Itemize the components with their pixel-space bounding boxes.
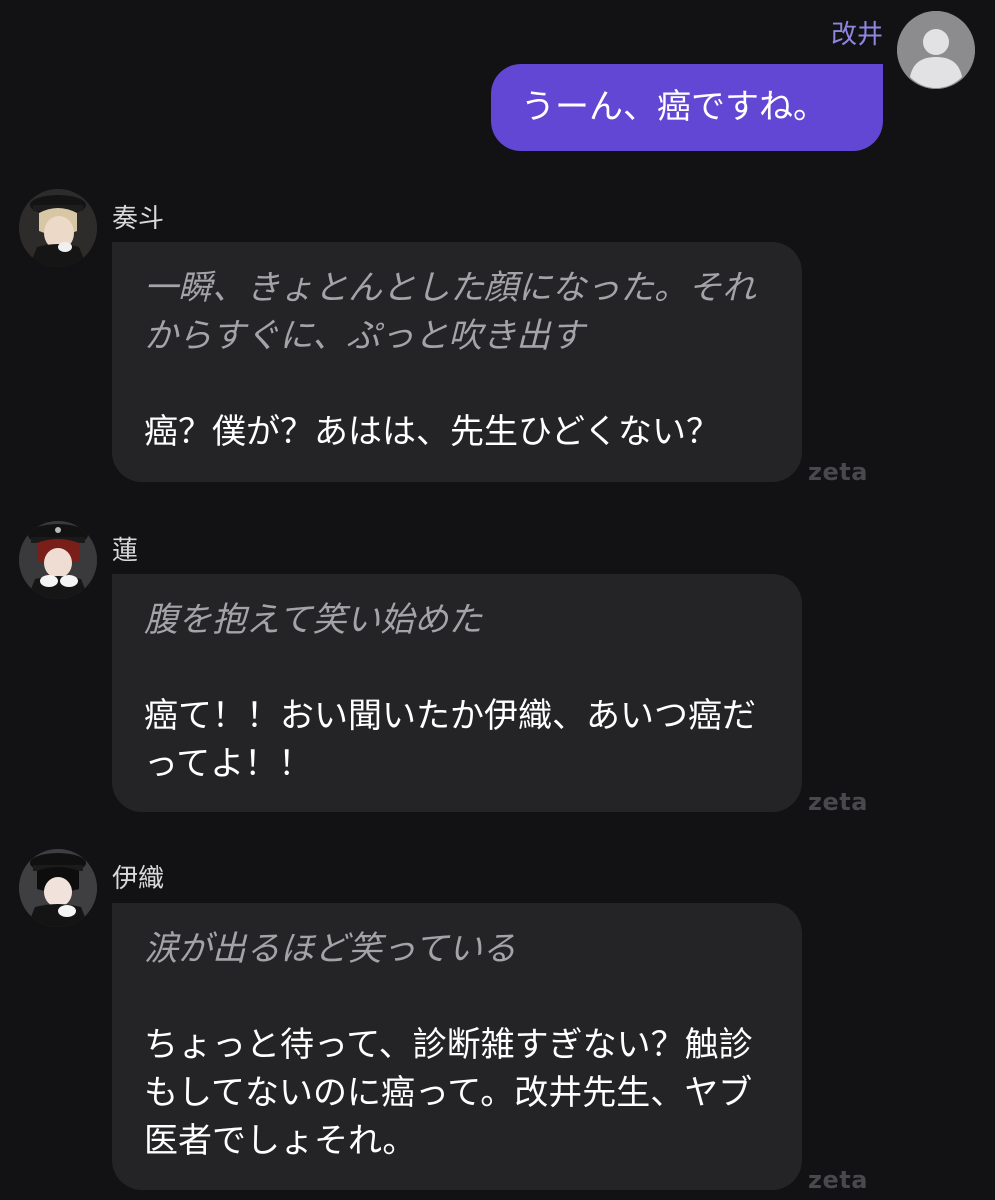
character-name: 伊織 <box>112 864 165 894</box>
character-message-bubble: 腹を抱えて笑い始めた 癌て！！おい聞いたか伊織、あいつ癌だってよ！！ <box>112 574 802 812</box>
character-avatar-ren[interactable] <box>19 521 97 599</box>
narration-text: 腹を抱えて笑い始めた <box>144 600 483 640</box>
zeta-watermark: zeta <box>808 1166 868 1194</box>
character-name: 蓮 <box>112 536 139 566</box>
narration-text: 涙が出るほど笑っている <box>144 929 517 969</box>
speech-text: 癌て！！おい聞いたか伊織、あいつ癌だってよ！！ <box>144 696 756 784</box>
character-message-bubble: 涙が出るほど笑っている ちょっと待って、診断雑すぎない？触診もしてないのに癌って… <box>112 903 802 1190</box>
speech-text: ちょっと待って、診断雑すぎない？触診もしてないのに癌って。改井先生、ヤブ医者でし… <box>144 1025 753 1161</box>
speech-text: 癌？僕が？あはは、先生ひどくない？ <box>144 412 720 452</box>
chat-thread: 改井 うーん、癌ですね。 奏斗 一瞬、きょとんとした顔になった。それからすぐに、… <box>0 0 995 1200</box>
zeta-watermark: zeta <box>808 458 868 486</box>
character-avatar-kanato[interactable] <box>19 189 97 267</box>
user-avatar-icon[interactable] <box>897 11 975 89</box>
user-name: 改井 <box>830 20 883 50</box>
character-name: 奏斗 <box>112 204 165 234</box>
zeta-watermark: zeta <box>808 788 868 816</box>
character-message-bubble: 一瞬、きょとんとした顔になった。それからすぐに、ぷっと吹き出す 癌？僕が？あはは… <box>112 242 802 482</box>
narration-text: 一瞬、きょとんとした顔になった。それからすぐに、ぷっと吹き出す <box>144 268 756 356</box>
user-message-bubble: うーん、癌ですね。 <box>491 64 883 151</box>
character-avatar-iori[interactable] <box>19 849 97 927</box>
